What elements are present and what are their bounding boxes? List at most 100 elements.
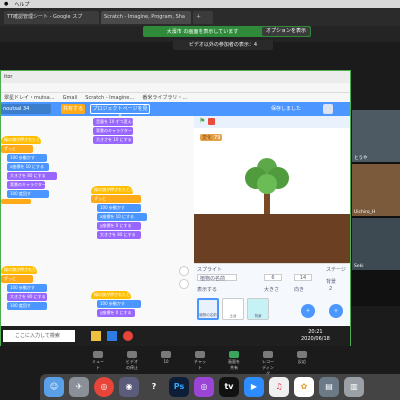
bookmark-item[interactable]: Scratch - Imagine… [85, 95, 134, 101]
mac-dock: ☺ ✈ ◎ ◉ ? Ps ◎ tv ▶ ♫ ✿ ▤ ▥ [40, 374, 400, 400]
backdrop-count: 2 [329, 286, 333, 292]
participant-video[interactable]: Seki [352, 218, 400, 270]
participants-button[interactable]: 10 [160, 351, 172, 365]
code-block[interactable]: 大きさを 80 にする [7, 172, 57, 180]
share-screen-button[interactable]: 画面を共有 [228, 351, 240, 370]
help-icon[interactable]: ? [144, 377, 164, 397]
bookmark-item[interactable]: Gmail [63, 95, 78, 101]
siri-icon[interactable]: ◉ [119, 377, 139, 397]
code-block[interactable]: ずっと [1, 145, 33, 153]
code-block[interactable]: 100 歩動かす [7, 284, 47, 292]
code-block[interactable]: 大きさを 80 にする [7, 293, 47, 301]
direction-label: 向き [294, 287, 305, 293]
preview-icon[interactable]: ▤ [319, 377, 339, 397]
host-tab-bar: TT確認管理シート - Google スプ Scratch - Imagine,… [0, 8, 400, 26]
project-title-field[interactable]: noutsal 34 [1, 104, 51, 114]
music-icon[interactable]: ♫ [269, 377, 289, 397]
new-tab-button[interactable]: ＋ [193, 11, 213, 24]
mute-button[interactable]: ミュート [92, 351, 104, 370]
podcasts-icon[interactable]: ◎ [194, 377, 214, 397]
taskbar-clock: 20:21 2020/06/18 [301, 329, 330, 342]
code-block[interactable]: x座標を 10 にする [97, 213, 147, 221]
view-options-button[interactable]: オプションを表示 [261, 27, 310, 36]
windows-taskbar: ここに入力して検索 20:21 2020/06/18 [1, 326, 350, 346]
screen: ● ヘルプ TT確認管理シート - Google スプ Scratch - Im… [0, 0, 400, 400]
photos-icon[interactable]: ✿ [294, 377, 314, 397]
host-tab[interactable]: TT確認管理シート - Google スプ [4, 11, 99, 24]
code-block[interactable]: 100 度回す [7, 190, 49, 198]
screen-share-banner: 大濱市 の画面を表示しています オプションを表示 [143, 26, 311, 37]
code-block[interactable]: 緑の旗が押されたとき [1, 266, 44, 274]
inner-bookmarks-bar: 翠星ドレイ・mutsa… Gmail Scratch - Imagine… 番米… [1, 93, 350, 102]
menu-help[interactable]: ヘルプ [14, 1, 29, 8]
stage-label: ステージ [326, 267, 346, 273]
code-block[interactable]: 100 度回す [7, 302, 47, 310]
participant-video[interactable]: とうや [352, 110, 400, 162]
participant-count-notice: ビデオ以外の参加者の表示：4 [173, 40, 273, 50]
share-status-text: 大濱市 の画面を表示しています [166, 29, 239, 35]
mac-menu-bar: ● ヘルプ [0, 0, 400, 8]
reactions-button[interactable]: 反応 [296, 351, 308, 365]
code-block[interactable]: 100 歩動かす [7, 154, 47, 162]
chat-button[interactable]: チャット [194, 351, 206, 370]
code-block[interactable]: ずっと [1, 275, 33, 283]
participant-video[interactable]: Uichiro_H [352, 164, 400, 216]
code-block[interactable]: 音量を 10 ずつ変える [93, 118, 136, 126]
code-block[interactable]: x座標を 10 にする [7, 163, 49, 171]
zoom-icon[interactable]: ▶ [244, 377, 264, 397]
code-block[interactable]: 大きさを 10 にする [93, 136, 133, 144]
participant-strip: とうや Uichiro_H Seki [351, 110, 400, 306]
code-block[interactable]: 100 歩動かす [97, 204, 141, 212]
launchpad-icon[interactable]: ✈ [69, 377, 89, 397]
stage[interactable]: 変化 79 [194, 128, 350, 263]
green-flag-icon[interactable]: ⚑ [199, 118, 206, 125]
code-block[interactable]: ずっと [91, 195, 141, 203]
add-sprite-icon[interactable]: ＋ [301, 304, 315, 318]
sprite-thumb[interactable]: 植物の名前 [197, 298, 219, 320]
tv-icon[interactable]: tv [219, 377, 239, 397]
code-block[interactable]: 緑の旗が押されたとき [91, 291, 134, 299]
apple-icon[interactable]: ● [4, 1, 8, 7]
scratch-menu-bar: noutsal 34 共有する プロジェクトページを見る 保存しました [1, 102, 350, 120]
chrome-icon[interactable] [123, 331, 133, 341]
zoom-out-icon[interactable] [179, 279, 189, 289]
sprite-thumb[interactable]: 背景 [247, 298, 269, 320]
inner-address-bar[interactable] [1, 83, 350, 93]
y-field[interactable]: 14 [294, 274, 312, 281]
host-tab[interactable]: Scratch - Imagine, Program, Sha [101, 11, 191, 24]
code-block[interactable]: 背景のキャラクター [93, 127, 133, 135]
folder-icon[interactable] [91, 331, 101, 341]
bookmark-item[interactable]: 番米ライブラリ・… [142, 94, 187, 101]
x-field[interactable]: 6 [264, 274, 282, 281]
video-button[interactable]: ビデオの停止 [126, 351, 138, 370]
code-block[interactable]: 緑の旗が押されたとき [91, 186, 134, 194]
sprite-name-field[interactable]: 植物の名前 [197, 274, 237, 282]
taskbar-search-input[interactable]: ここに入力して検索 [3, 330, 75, 342]
add-backdrop-icon[interactable]: ＋ [329, 304, 343, 318]
backdrops-label: 背景 [326, 279, 337, 285]
sprite-info-panel: スプライト 植物の名前 6 14 表示する 大きさ 向き 植物の名前 土台 背景… [194, 263, 350, 325]
zoom-in-icon[interactable] [179, 266, 189, 276]
code-block[interactable]: 100 歩動かす [97, 300, 141, 308]
code-block[interactable]: 緑の旗が押されたとき [1, 136, 44, 144]
bookmark-item[interactable]: 翠星ドレイ・mutsa… [4, 94, 55, 101]
share-button[interactable]: 共有する [61, 104, 85, 114]
record-button[interactable]: レコーディング [262, 351, 274, 376]
avatar[interactable] [323, 104, 333, 114]
code-block[interactable]: 大きさを 80 にする [97, 231, 141, 239]
code-block[interactable]: y座標を 0 にする [97, 309, 135, 317]
save-status: 保存しました [271, 106, 302, 112]
trash-icon[interactable]: ▥ [344, 377, 364, 397]
code-block[interactable]: 背景のキャラクター [7, 181, 46, 189]
chrome-icon[interactable]: ◎ [94, 377, 114, 397]
sprite-thumb[interactable]: 土台 [222, 298, 244, 320]
project-page-button[interactable]: プロジェクトページを見る [90, 104, 150, 120]
finder-icon[interactable]: ☺ [44, 377, 64, 397]
size-label: 大きさ [264, 287, 280, 293]
code-block[interactable]: y座標を 0 にする [97, 222, 141, 230]
code-area[interactable]: 緑の旗が押されたとき ずっと 100 歩動かす x座標を 10 にする 大きさを… [1, 116, 194, 326]
photoshop-icon[interactable]: Ps [169, 377, 189, 397]
edge-icon[interactable] [107, 331, 117, 341]
sprite-label: スプライト [197, 267, 223, 273]
stop-icon[interactable] [208, 118, 215, 125]
